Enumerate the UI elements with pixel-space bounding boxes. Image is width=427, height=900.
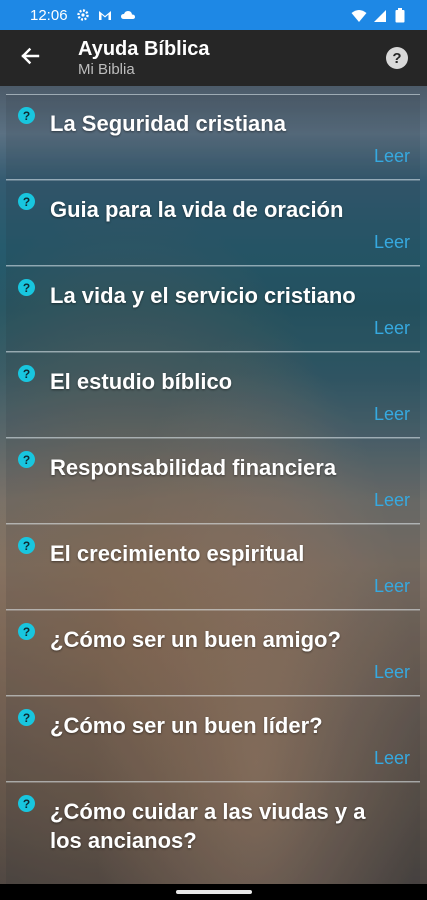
question-circle-icon: ? [18,451,35,468]
list-item[interactable]: ? La vida y el servicio cristiano Leer [6,266,420,352]
help-topics-list-container[interactable]: ? La Seguridad cristiana Leer ? Guia par… [0,86,427,884]
wifi-icon [351,8,367,22]
status-time: 12:06 [30,6,68,24]
question-circle-icon: ? [18,623,35,640]
list-item-title: ¿Cómo cuidar a las viudas y a los ancian… [50,799,366,853]
system-navigation-bar [0,884,427,900]
list-item-title: El crecimiento espiritual [50,541,305,566]
list-item-title: Guia para la vida de oración [50,197,344,222]
question-circle-icon: ? [18,709,35,726]
list-item[interactable]: ? El estudio bíblico Leer [6,352,420,438]
arrow-left-icon [20,46,40,71]
list-item-title: Responsabilidad financiera [50,455,337,480]
page-subtitle: Mi Biblia [78,61,135,78]
read-link[interactable]: Leer [374,404,410,425]
list-item[interactable]: ? La Seguridad cristiana Leer [6,94,420,180]
list-item[interactable]: ? ¿Cómo ser un buen líder? Leer [6,696,420,782]
question-circle-icon: ? [18,279,35,296]
back-button[interactable] [0,30,60,86]
read-link[interactable]: Leer [374,576,410,597]
question-circle-icon: ? [18,107,35,124]
list-item-title: La vida y el servicio cristiano [50,283,356,308]
status-bar: 12:06 [0,0,427,30]
question-circle-icon: ? [18,795,35,812]
home-gesture-handle[interactable] [176,890,252,894]
list-item-title: ¿Cómo ser un buen amigo? [50,627,341,652]
help-circle-icon: ? [386,47,408,69]
battery-icon [395,8,409,23]
read-link[interactable]: Leer [374,662,410,683]
list-item[interactable]: ? Responsabilidad financiera Leer [6,438,420,524]
page-title: Ayuda Bíblica [78,38,210,60]
question-circle-icon: ? [18,365,35,382]
gear-icon [76,8,90,22]
read-link[interactable]: Leer [374,146,410,167]
list-item[interactable]: ? ¿Cómo cuidar a las viudas y a los anci… [6,782,420,884]
read-link[interactable]: Leer [374,490,410,511]
read-link[interactable]: Leer [374,232,410,253]
list-item-title: ¿Cómo ser un buen líder? [50,713,323,738]
signal-icon [373,8,387,22]
question-circle-icon: ? [18,537,35,554]
list-item-title: La Seguridad cristiana [50,111,286,136]
question-circle-icon: ? [18,193,35,210]
help-button[interactable]: ? [367,30,427,86]
list-item[interactable]: ? El crecimiento espiritual Leer [6,524,420,610]
help-topics-list: ? La Seguridad cristiana Leer ? Guia par… [6,94,420,884]
cloud-icon [120,8,135,22]
list-item-title: El estudio bíblico [50,369,233,394]
list-item[interactable]: ? Guia para la vida de oración Leer [6,180,420,266]
read-link[interactable]: Leer [374,748,410,769]
list-item[interactable]: ? ¿Cómo ser un buen amigo? Leer [6,610,420,696]
app-bar: Ayuda Bíblica Mi Biblia ? [0,30,427,86]
read-link[interactable]: Leer [374,318,410,339]
mail-icon [98,8,112,22]
